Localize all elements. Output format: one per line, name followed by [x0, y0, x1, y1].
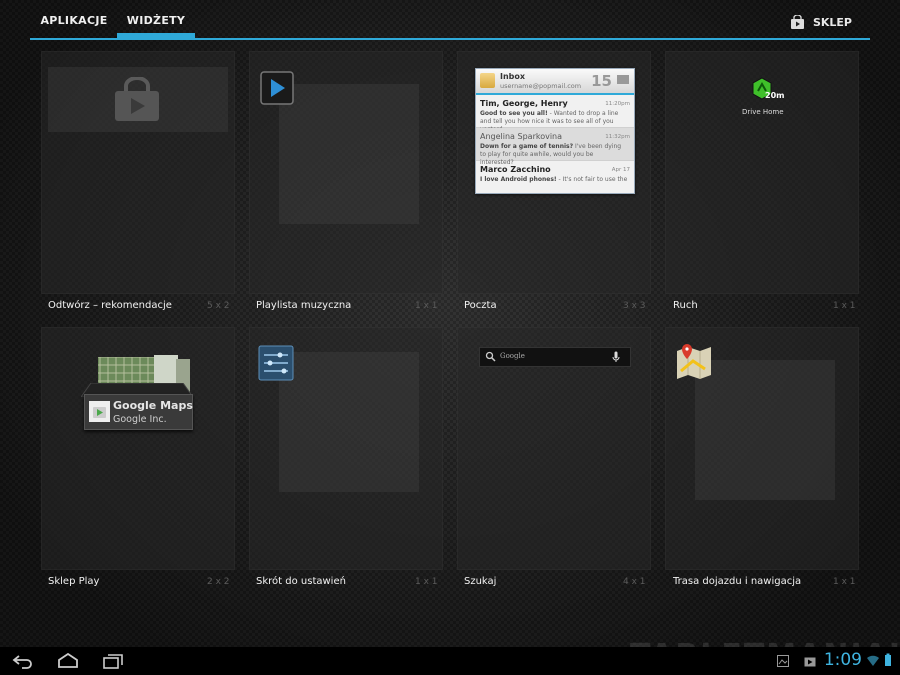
settings-sliders-icon [258, 345, 294, 381]
status-clock: 1:09 [823, 650, 862, 670]
wifi-icon [867, 655, 879, 666]
search-placeholder: Google [500, 352, 525, 360]
tab-widgets[interactable]: WIDŻETY [117, 0, 195, 38]
widget-label: Ruch [673, 300, 698, 311]
google-search-bar-preview: Google [479, 347, 631, 367]
store-button[interactable]: SKLEP [790, 12, 852, 32]
widget-preview-placeholder [279, 84, 419, 224]
active-tab-indicator [117, 33, 195, 38]
widget-tile-traffic[interactable]: 20m Drive Home [665, 51, 859, 294]
compose-mail-icon [617, 75, 629, 84]
tab-apps[interactable]: APLIKACJE [30, 0, 118, 36]
music-play-icon [260, 71, 294, 105]
widget-label: Odtwórz – rekomendacje [48, 300, 172, 311]
play-store-icon [89, 401, 110, 422]
email-sender: Angelina Sparkovina [480, 132, 563, 141]
widget-preview-placeholder [279, 352, 419, 492]
widget-label: Sklep Play [48, 576, 100, 587]
widget-tile-music-playlist[interactable] [249, 51, 443, 294]
store-label: SKLEP [812, 15, 852, 29]
widget-dimensions: 1 x 1 [415, 301, 438, 311]
email-header: Inbox username@popmail.com 15 [476, 69, 634, 95]
widget-dimensions: 3 x 3 [623, 301, 646, 311]
email-message: Angelina Sparkovina 11:32pm Down for a g… [476, 128, 634, 166]
account-address: username@popmail.com [500, 82, 582, 90]
email-subject: I love Android phones! [480, 176, 557, 183]
email-time: Apr 17 [611, 167, 630, 173]
widget-label: Poczta [464, 300, 497, 311]
widget-tile-play-store[interactable] [41, 327, 235, 570]
traffic-minutes: 20m [765, 91, 785, 100]
widget-dimensions: 1 x 1 [415, 577, 438, 587]
email-subject: Good to see you all! [480, 110, 548, 117]
widget-tile-settings-shortcut[interactable] [249, 327, 443, 570]
app-title: Google Maps [113, 399, 193, 412]
email-time: 11:32pm [605, 134, 630, 140]
play-store-bag-icon [790, 14, 805, 29]
email-sender: Tim, George, Henry [480, 99, 568, 108]
widget-dimensions: 5 x 2 [207, 301, 230, 311]
widget-dimensions: 2 x 2 [207, 577, 230, 587]
navigation-map-icon [677, 344, 711, 379]
email-subject: Down for a game of tennis? [480, 143, 574, 150]
tab-widgets-label: WIDŻETY [126, 14, 186, 27]
widget-dimensions: 1 x 1 [833, 301, 856, 311]
traffic-destination: Drive Home [742, 108, 784, 116]
widget-label: Playlista muzyczna [256, 300, 352, 311]
widget-preview-placeholder [695, 360, 835, 500]
widget-dimensions: 4 x 1 [623, 577, 646, 587]
widget-label: Trasa dojazdu i nawigacja [673, 576, 802, 587]
widget-dimensions: 1 x 1 [833, 577, 856, 587]
inbox-title: Inbox [500, 72, 526, 81]
app-developer: Google Inc. [113, 414, 167, 425]
email-message: Tim, George, Henry 11:20pm Good to see y… [476, 95, 634, 133]
tab-bar: APLIKACJE WIDŻETY SKLEP [30, 0, 870, 40]
widget-label: Skrót do ustawień [256, 576, 346, 587]
play-store-app-card: Google Maps Google Inc. [84, 394, 193, 430]
widget-tile-play-recommendations[interactable] [41, 51, 235, 294]
home-icon[interactable] [56, 652, 80, 670]
recent-apps-icon[interactable] [102, 652, 124, 670]
email-widget-preview: Inbox username@popmail.com 15 Tim, Georg… [475, 68, 635, 194]
unread-count: 15 [591, 72, 612, 90]
screenshot-notification-icon[interactable] [777, 655, 789, 667]
email-sender: Marco Zacchino [480, 165, 551, 174]
email-body: I love Android phones! - It's not fair t… [480, 176, 628, 184]
battery-icon [885, 653, 891, 666]
back-icon[interactable] [12, 652, 34, 670]
envelope-icon [480, 73, 495, 88]
email-message: Marco Zacchino Apr 17 I love Android pho… [476, 161, 634, 193]
microphone-icon [612, 351, 620, 362]
email-time: 11:20pm [605, 101, 630, 107]
system-navigation-bar: 1:09 [0, 647, 900, 675]
play-store-notification-icon[interactable] [804, 655, 816, 667]
email-snippet: - It's not fair to use the [556, 176, 628, 183]
widget-label: Szukaj [464, 576, 497, 587]
widget-tile-navigation[interactable] [665, 327, 859, 570]
play-store-bag-icon [115, 77, 159, 121]
search-icon [485, 351, 496, 362]
